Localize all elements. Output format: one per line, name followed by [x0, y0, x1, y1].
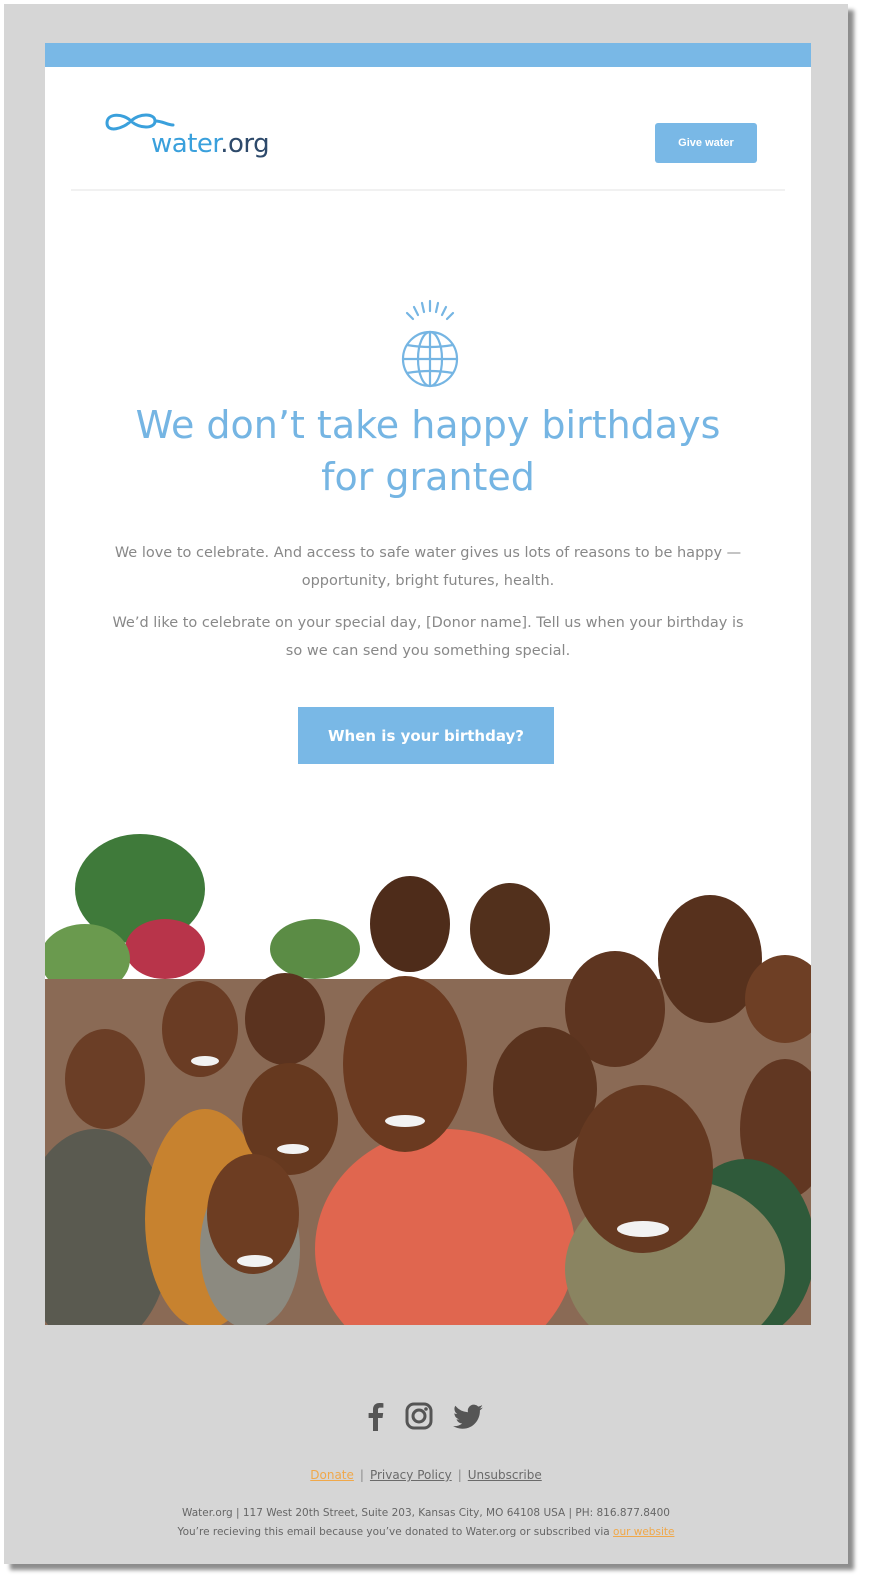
children-group-photo	[45, 829, 811, 1325]
our-website-link[interactable]: our website	[613, 1526, 674, 1538]
instagram-icon[interactable]	[404, 1401, 434, 1431]
email-body: water.org Give water We don’t take happy…	[45, 43, 811, 1325]
logo-wordmark: water.org	[151, 129, 270, 159]
globe-icon	[401, 299, 459, 388]
link-separator: |	[457, 1468, 462, 1482]
footer-links: Donate | Privacy Policy | Unsubscribe	[4, 1468, 848, 1482]
footer-notice: You’re recieving this email because you’…	[4, 1526, 848, 1538]
unsubscribe-link[interactable]: Unsubscribe	[468, 1468, 542, 1482]
social-links	[364, 1398, 484, 1434]
header-divider	[71, 189, 785, 191]
hero-headline: We don’t take happy birthdays for grante…	[135, 403, 721, 499]
email-frame: water.org Give water We don’t take happy…	[4, 4, 848, 1564]
link-separator: |	[359, 1468, 364, 1482]
donate-link[interactable]: Donate	[310, 1468, 354, 1482]
footer-notice-text: You’re recieving this email because you’…	[177, 1526, 610, 1538]
hero-paragraph-1: We love to celebrate. And access to safe…	[114, 545, 742, 589]
facebook-icon[interactable]	[364, 1401, 386, 1431]
give-water-button[interactable]: Give water	[655, 123, 757, 163]
footer-address: Water.org | 117 West 20th Street, Suite …	[182, 1507, 670, 1519]
top-accent-bar	[45, 43, 811, 67]
water-org-logo[interactable]: water.org	[101, 105, 311, 165]
privacy-policy-link[interactable]: Privacy Policy	[370, 1468, 452, 1482]
hero-paragraph-2: We’d like to celebrate on your special d…	[112, 615, 744, 659]
twitter-icon[interactable]	[452, 1401, 484, 1431]
birthday-cta-button[interactable]: When is your birthday?	[298, 707, 554, 764]
